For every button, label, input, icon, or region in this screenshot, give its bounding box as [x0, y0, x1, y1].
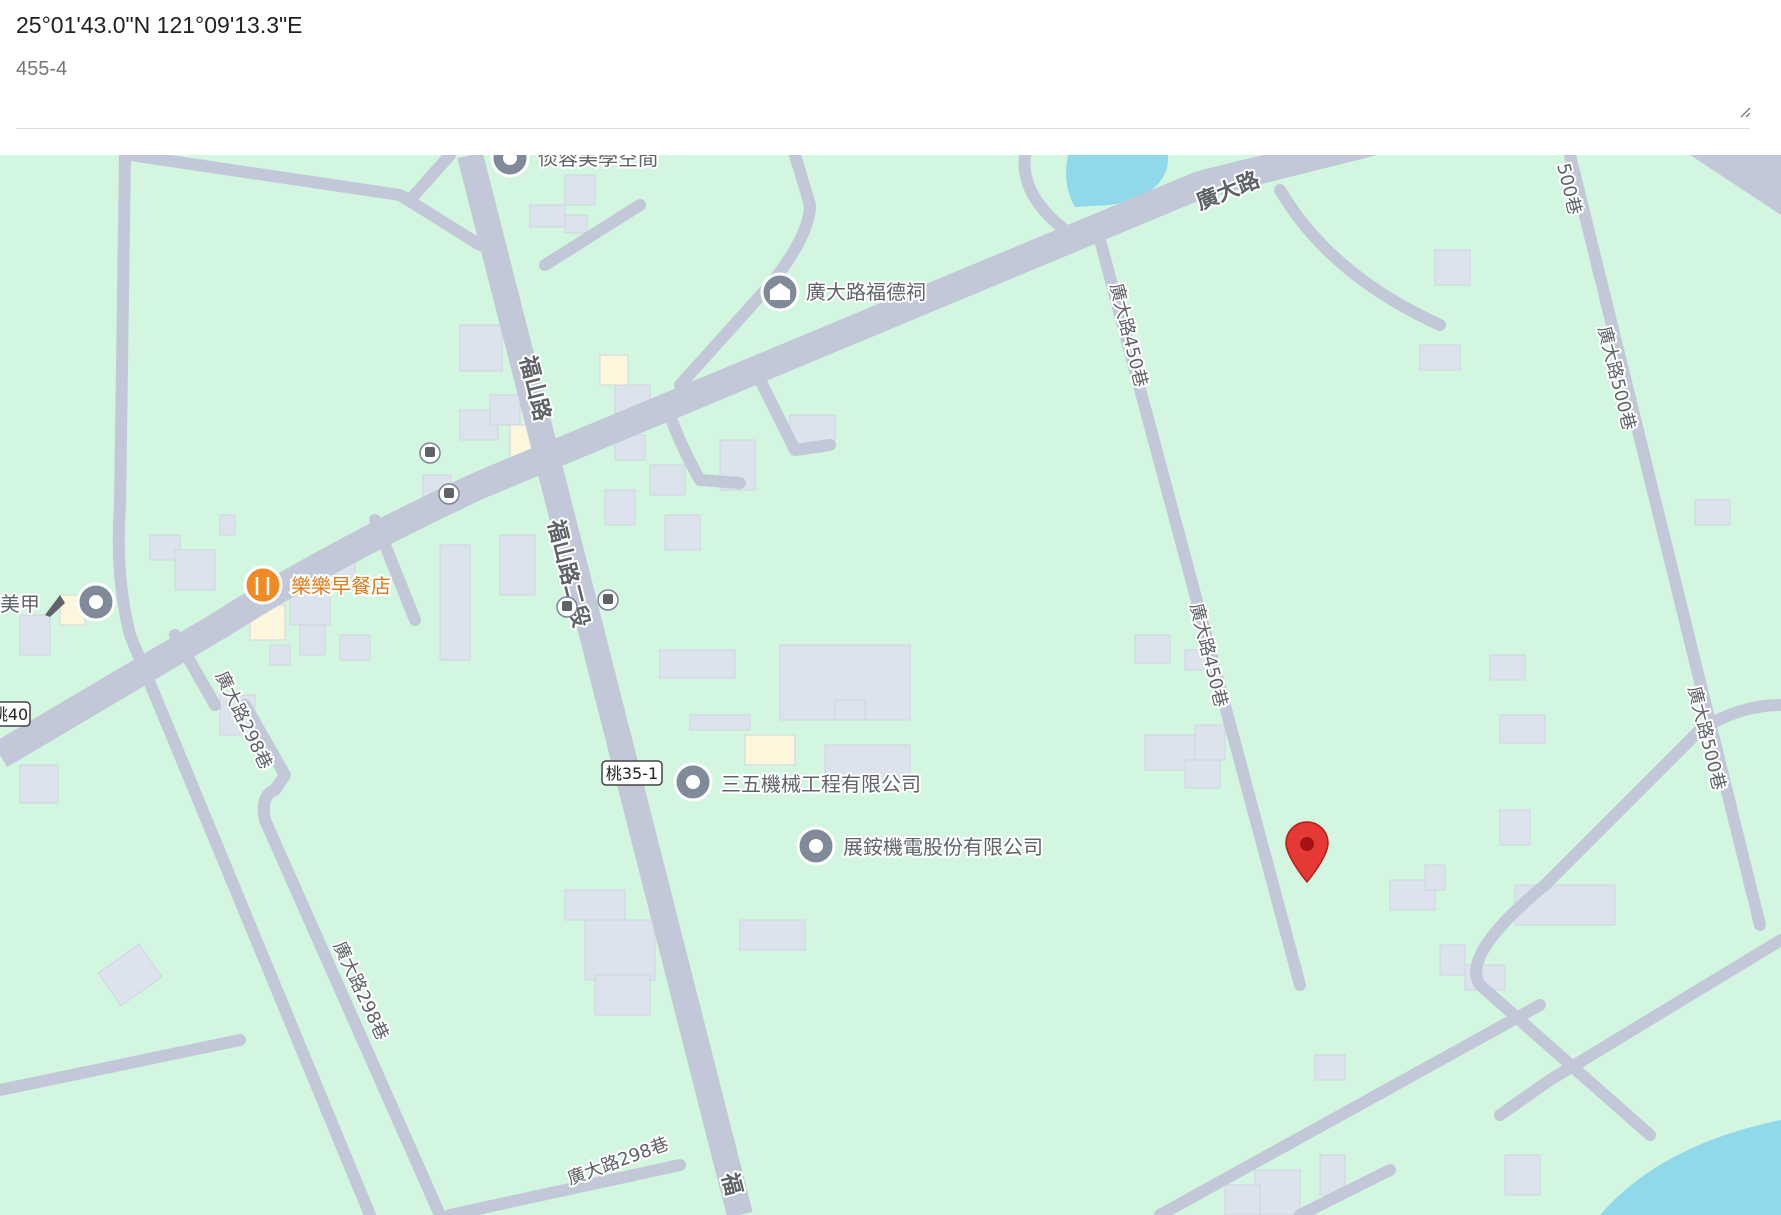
poi-marker-icon[interactable]	[673, 762, 713, 802]
resize-handle-icon[interactable]	[1739, 106, 1751, 118]
coordinate-header: 25°01'43.0"N 121°09'13.3"E 455-4	[0, 0, 1781, 155]
poi-label[interactable]: 廣大路福德祠	[804, 278, 928, 306]
poi-label[interactable]: 三五機械工程有限公司	[719, 770, 923, 798]
bus-stop-icon[interactable]	[597, 589, 619, 611]
bus-stop-icon[interactable]	[438, 483, 460, 505]
poi-label[interactable]: 美甲	[0, 590, 42, 618]
bus-stop-icon[interactable]	[419, 442, 441, 464]
shrine-icon[interactable]	[760, 272, 800, 312]
note-field[interactable]: 455-4	[16, 54, 1750, 129]
restaurant-icon[interactable]	[243, 565, 283, 605]
route-shield: 桃35-1	[601, 760, 663, 786]
route-shield: 桃40	[0, 701, 31, 727]
poi-label[interactable]: 倓蓉美學空間	[536, 155, 660, 172]
bus-stop-icon[interactable]	[556, 596, 578, 618]
map-canvas[interactable]: 廣大路 福山路 福山路二段 廣大路450巷 廣大路450巷 廣大路500巷 廣大…	[0, 155, 1781, 1215]
coordinates-text: 25°01'43.0"N 121°09'13.3"E	[16, 12, 303, 38]
poi-marker-icon[interactable]	[796, 826, 836, 866]
svg-text:桃35-1: 桃35-1	[606, 764, 658, 783]
poi-label[interactable]: 展銨機電股份有限公司	[841, 833, 1045, 861]
svg-text:桃40: 桃40	[0, 705, 28, 724]
poi-marker-icon[interactable]	[76, 582, 116, 622]
poi-label[interactable]: 樂樂早餐店	[289, 572, 393, 600]
